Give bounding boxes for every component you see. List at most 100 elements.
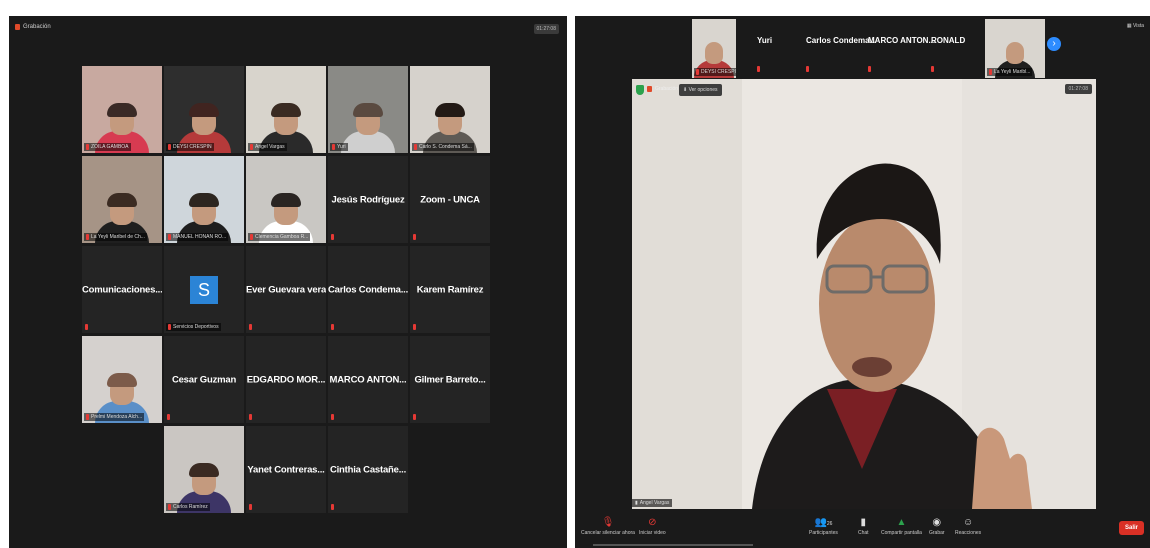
participant-tile[interactable]: Clemencia Gamboa R... [246, 156, 326, 243]
participant-caption: ZOILA GAMBOA [84, 143, 131, 151]
participant-tile[interactable]: Cinthia Castañe... [328, 426, 408, 513]
muted-mic-icon [168, 234, 171, 240]
participants-button[interactable]: 👥26 Participantes [809, 516, 838, 536]
participant-video [410, 66, 490, 153]
participant-video [246, 156, 326, 243]
strip-participant-video[interactable]: DEYSI CRESPIN [692, 19, 736, 78]
muted-mic-icon [167, 414, 170, 420]
participants-icon: 👥26 [814, 517, 833, 528]
muted-mic-icon [331, 414, 334, 420]
security-shield-icon[interactable] [636, 85, 644, 95]
participant-tile[interactable]: DEYSI CRESPIN [164, 66, 244, 153]
muted-mic-icon [249, 414, 252, 420]
speaker-view-window: DEYSI CRESPIN Yuri Carlos Condema... MARCO … [575, 16, 1150, 548]
participant-name: MARCO ANTON... [329, 374, 407, 385]
participant-tile[interactable]: Ever Guevara vera [246, 246, 326, 333]
strip-participant-name[interactable]: Carlos Condema... [806, 36, 876, 45]
participant-tile[interactable]: Cesar Guzman [164, 336, 244, 423]
participant-video [82, 336, 162, 423]
participant-caption: La Yeyli Maribel de Ch... [84, 233, 147, 241]
leave-button[interactable]: Salir [1118, 521, 1144, 535]
participant-caption-text: MANUEL HONAN RO... [173, 234, 227, 240]
strip-participant-name[interactable]: MARCO ANTON... [868, 36, 935, 45]
muted-mic-icon [332, 144, 335, 150]
speaker-timer: 01:27:08 [1064, 84, 1092, 94]
muted-mic-icon [989, 69, 992, 75]
record-circle-icon: ◉ [932, 517, 942, 528]
participant-name: Comunicaciones... [82, 284, 162, 295]
gallery-view-window: Grabación 01:27:08 ZOILA GAMBOA DEYSI CRE… [9, 16, 567, 548]
participant-tile[interactable]: Jesús Rodríguez [328, 156, 408, 243]
muted-mic-icon [331, 504, 334, 510]
view-options-label: Ver opciones [688, 87, 718, 93]
participant-caption-text: Angel Vargas [255, 144, 285, 150]
participant-caption-text: La Yeyli Maribel de Ch... [91, 234, 145, 240]
participant-video [82, 156, 162, 243]
reactions-button[interactable]: ☺ Reacciones [955, 516, 981, 536]
participant-tile[interactable]: Carlos Ramírez [164, 426, 244, 513]
strip-participant-video[interactable]: La Yeyli Maribl... [985, 19, 1045, 78]
participant-hair [107, 193, 137, 207]
participant-tile[interactable]: EDGARDO MOR... [246, 336, 326, 423]
participant-tile[interactable]: ZOILA GAMBOA [82, 66, 162, 153]
participant-hair [189, 463, 219, 477]
participant-video [328, 66, 408, 153]
participant-hair [189, 193, 219, 207]
chat-label: Chat [858, 530, 869, 536]
participant-name: Yanet Contreras... [247, 464, 325, 475]
participant-tile[interactable]: MARCO ANTON... [328, 336, 408, 423]
participant-tile[interactable]: S Servicios Deportivos [164, 246, 244, 333]
muted-mic-icon [168, 324, 171, 330]
participant-tile[interactable]: La Yeyli Maribel de Ch... [82, 156, 162, 243]
muted-mic-icon [331, 234, 334, 240]
muted-mic-icon [757, 66, 760, 72]
muted-mic-icon [86, 414, 89, 420]
recording-indicator: Grabación [15, 24, 51, 30]
chevron-right-icon[interactable]: › [1047, 37, 1061, 51]
muted-mic-icon [85, 324, 88, 330]
participant-hair [435, 103, 465, 117]
view-options-button[interactable]: ⬇ Ver opciones [679, 84, 722, 96]
participant-tile[interactable]: Angel Vargas [246, 66, 326, 153]
start-video-label: Iniciar video [639, 530, 666, 536]
participant-video [164, 156, 244, 243]
participant-tile[interactable]: Yanet Contreras... [246, 426, 326, 513]
strip-participant-name[interactable]: RONALD [931, 36, 965, 45]
participant-tile[interactable]: Yuri [328, 66, 408, 153]
recording-label: Grabación [23, 24, 51, 30]
strip-caption: La Yeyli Maribl... [987, 68, 1033, 76]
record-button[interactable]: ◉ Grabar [929, 516, 945, 536]
participant-tile[interactable]: Prelmi Mendoza Alch... [82, 336, 162, 423]
strip-participant-name[interactable]: Yuri [757, 36, 772, 45]
speaker-video-frame [632, 79, 1096, 509]
participant-tile[interactable]: Zoom - UNCA [410, 156, 490, 243]
muted-mic-icon [696, 69, 699, 75]
participant-tile[interactable]: Karem Ramírez [410, 246, 490, 333]
participant-caption: MANUEL HONAN RO... [166, 233, 229, 241]
participant-hair [107, 373, 137, 387]
participant-hair [353, 103, 383, 117]
view-button[interactable]: ▦ Vista [1127, 23, 1144, 29]
share-screen-button[interactable]: ▲ Compartir pantalla [881, 516, 922, 536]
participant-name: Cinthia Castañe... [329, 464, 407, 475]
muted-mic-icon [806, 66, 809, 72]
start-video-button[interactable]: ⊘ Iniciar video [639, 516, 666, 536]
participant-hair [189, 103, 219, 117]
toolbar-scrollbar[interactable] [593, 544, 753, 546]
participant-tile[interactable]: Carlos Condema... [328, 246, 408, 333]
chat-button[interactable]: ▮ Chat [858, 516, 869, 536]
share-screen-icon: ▲ [896, 517, 907, 528]
participant-tile[interactable]: Gilmer Barreto... [410, 336, 490, 423]
chat-icon: ▮ [860, 517, 867, 528]
muted-mic-icon [931, 66, 934, 72]
participant-tile[interactable]: Comunicaciones... [82, 246, 162, 333]
participant-caption: Carlo S. Condema Sá... [412, 143, 474, 151]
participant-video [164, 66, 244, 153]
participant-caption-text: Servicios Deportivos [173, 324, 219, 330]
participant-tile[interactable]: MANUEL HONAN RO... [164, 156, 244, 243]
participant-caption-text: Carlos Ramírez [173, 504, 208, 510]
unmute-button[interactable]: 🎙 Cancelar silenciar ahora [581, 516, 635, 536]
muted-microphone-icon: 🎙 [601, 517, 615, 528]
participant-name: Jesús Rodríguez [331, 194, 405, 205]
participant-tile[interactable]: Carlo S. Condema Sá... [410, 66, 490, 153]
